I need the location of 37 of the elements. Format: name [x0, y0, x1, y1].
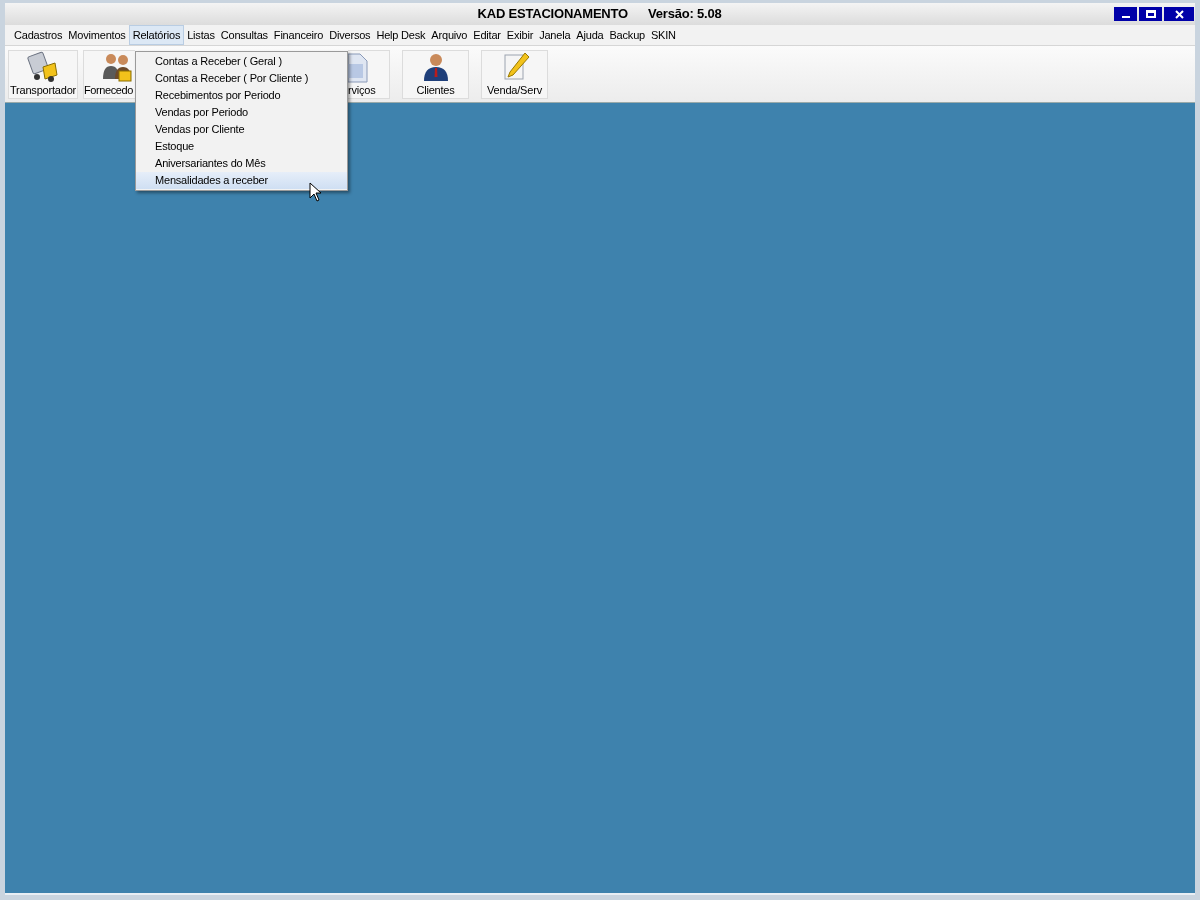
- dropdown-item[interactable]: Vendas por Periodo: [136, 104, 347, 121]
- menu-item[interactable]: Backup: [606, 25, 648, 45]
- dropdown-item[interactable]: Mensalidades a receber: [136, 172, 347, 189]
- menu-item[interactable]: Help Desk: [373, 25, 429, 45]
- menu-item[interactable]: Listas: [184, 25, 218, 45]
- toolbar-button[interactable]: Fornecedo: [83, 49, 135, 99]
- dropdown-item[interactable]: Contas a Receber ( Geral ): [136, 53, 347, 70]
- menu-item[interactable]: Movimentos: [65, 25, 129, 45]
- menu-item[interactable]: Exibir: [503, 25, 537, 45]
- toolbar-button[interactable]: rviços: [348, 49, 390, 99]
- dropdown-item[interactable]: Vendas por Cliente: [136, 121, 347, 138]
- menu-item[interactable]: Ajuda: [573, 25, 607, 45]
- menu-item[interactable]: Consultas: [217, 25, 271, 45]
- menu-item[interactable]: Diversos: [326, 25, 374, 45]
- dropdown-item[interactable]: Contas a Receber ( Por Cliente ): [136, 70, 347, 87]
- mouse-cursor-icon: [309, 182, 322, 202]
- toolbar-button[interactable]: Clientes: [402, 49, 469, 99]
- document-icon: [348, 52, 368, 83]
- dropdown-item[interactable]: Aniversariantes do Mês: [136, 155, 347, 172]
- menu-item[interactable]: SKIN: [648, 25, 679, 45]
- toolbar-button[interactable]: Venda/Serv: [481, 49, 548, 99]
- truck-icon: [27, 50, 59, 83]
- dropdown-item[interactable]: Estoque: [136, 138, 347, 155]
- toolbar-button[interactable]: Transportador: [8, 49, 78, 99]
- version-label: Versão: 5.08: [648, 5, 722, 24]
- dropdown-item[interactable]: Recebimentos por Periodo: [136, 87, 347, 104]
- menu-item[interactable]: Arquivo: [428, 25, 471, 45]
- menu-item[interactable]: Financeiro: [270, 25, 327, 45]
- menu-item[interactable]: Relatórios: [128, 25, 185, 45]
- minimize-button[interactable]: [1114, 7, 1137, 21]
- close-button[interactable]: [1164, 7, 1194, 21]
- menu-item[interactable]: Editar: [470, 25, 504, 45]
- maximize-button[interactable]: [1139, 7, 1162, 21]
- menu-item[interactable]: Janela: [536, 25, 574, 45]
- menu-item[interactable]: Cadastros: [11, 25, 66, 45]
- window-title: KAD ESTACIONAMENTO: [477, 5, 628, 24]
- close-icon: [1174, 9, 1184, 19]
